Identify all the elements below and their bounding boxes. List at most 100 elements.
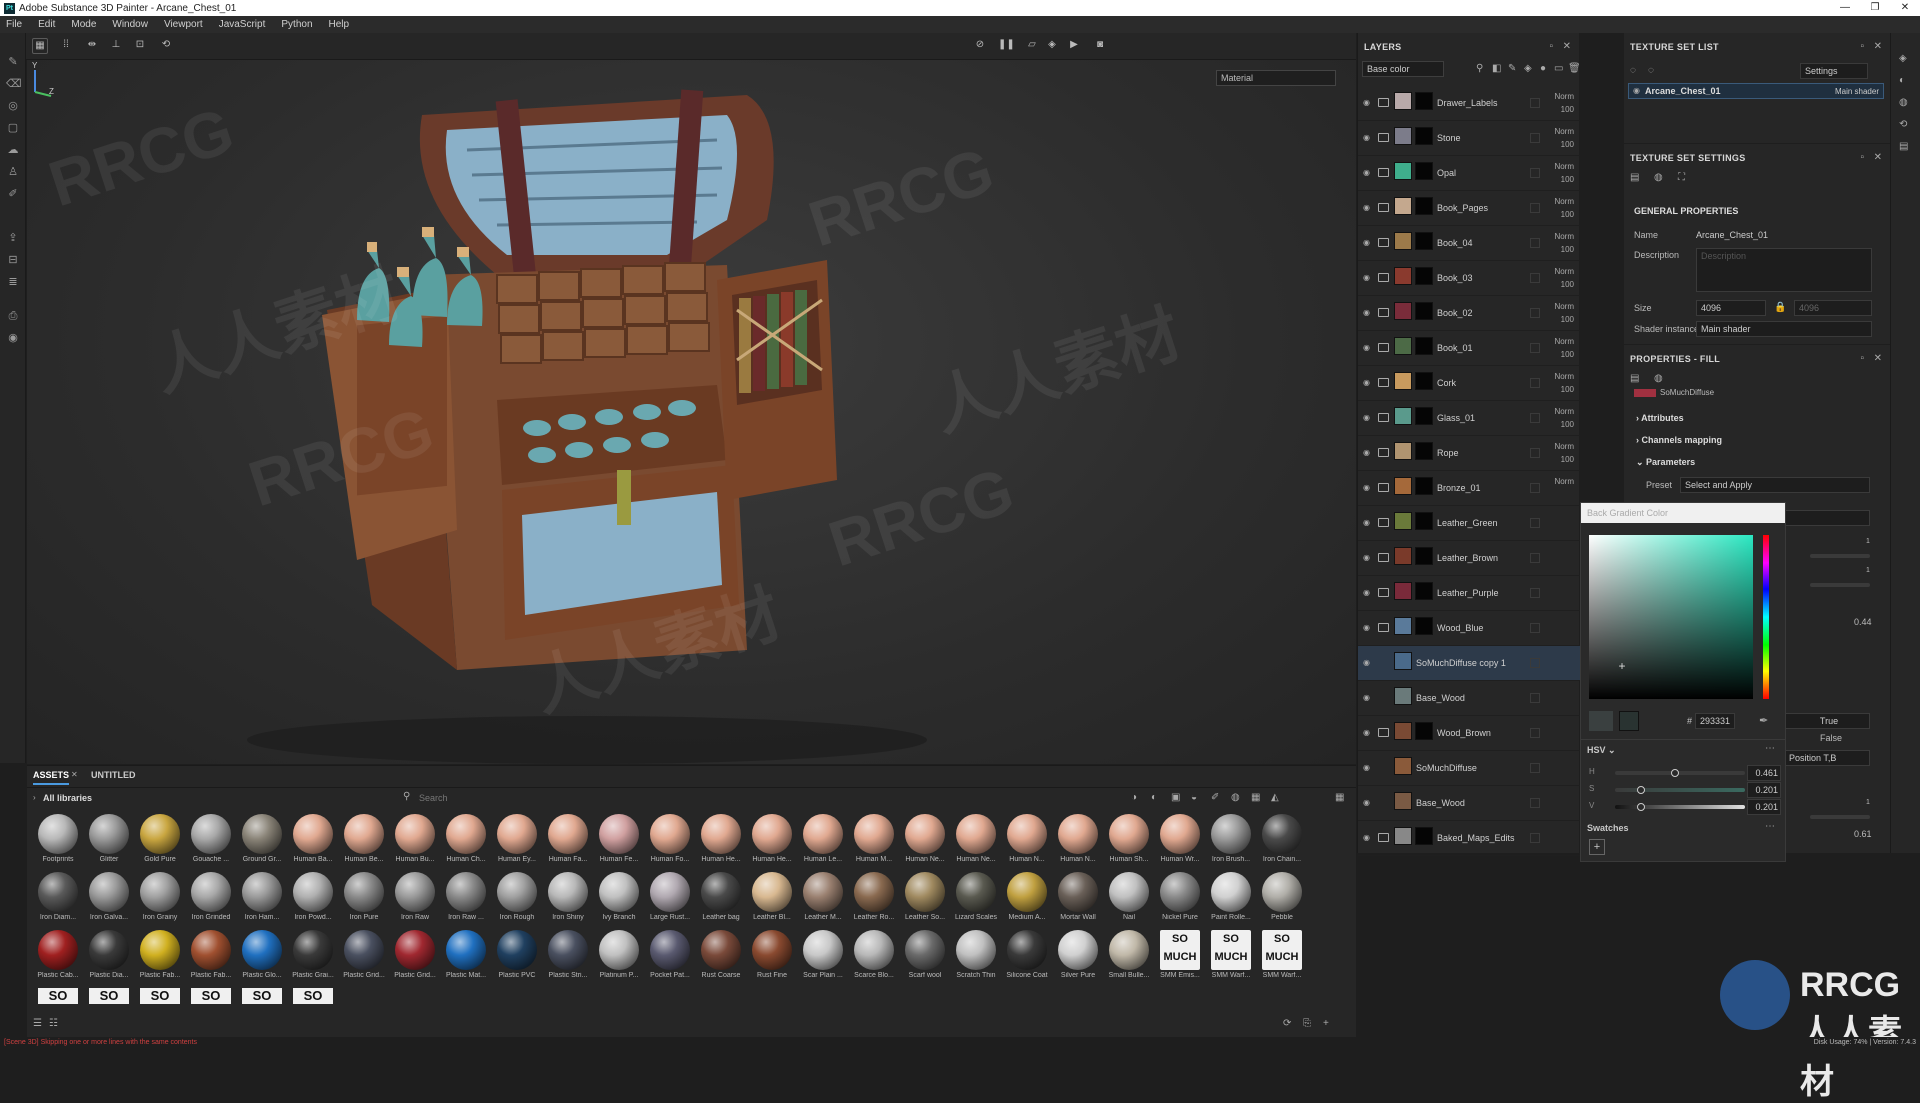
v-slider-knob[interactable] <box>1637 803 1646 811</box>
eye-icon[interactable]: ◉ <box>1363 343 1373 353</box>
chevron-right-icon[interactable]: › <box>33 793 36 802</box>
layer-thumbnail[interactable] <box>1394 442 1412 460</box>
layer-row[interactable]: ◉ SoMuchDiffuse copy 1 <box>1358 646 1580 681</box>
layer-row[interactable]: ◉ Wood_Blue <box>1358 611 1580 646</box>
opacity-value[interactable]: 100 <box>1554 173 1574 186</box>
eye-icon[interactable]: ◉ <box>1363 833 1373 843</box>
folder-icon[interactable] <box>1378 483 1389 492</box>
screenshot-icon[interactable]: ◙ <box>1092 38 1108 54</box>
asset-item[interactable]: Human Sh... <box>1104 814 1152 872</box>
layer-name[interactable]: Bronze_01 <box>1437 483 1481 493</box>
parameter-dropdown[interactable] <box>1784 510 1870 526</box>
layer-thumbnail[interactable] <box>1394 757 1412 775</box>
asset-item[interactable]: Human Bu... <box>390 814 438 872</box>
fill-tab-icon[interactable]: ▤ <box>1630 373 1639 384</box>
layer-checkbox[interactable] <box>1530 238 1540 248</box>
layer-row[interactable]: ◉ Bronze_01 Norm <box>1358 471 1580 506</box>
s-slider-knob[interactable] <box>1637 786 1646 794</box>
asset-item[interactable]: Human Wr... <box>1155 814 1203 872</box>
undock-icon[interactable]: ▫ <box>1860 152 1864 163</box>
layer-checkbox[interactable] <box>1530 343 1540 353</box>
folder-icon[interactable] <box>1378 238 1389 247</box>
layer-checkbox[interactable] <box>1530 98 1540 108</box>
layer-name[interactable]: Drawer_Labels <box>1437 98 1498 108</box>
layer-checkbox[interactable] <box>1530 518 1540 528</box>
layer-blend-opacity[interactable]: Norm 100 <box>1554 300 1574 326</box>
layer-thumbnail[interactable] <box>1394 372 1412 390</box>
folder-icon[interactable] <box>1378 308 1389 317</box>
layer-row[interactable]: ◉ Baked_Maps_Edits <box>1358 821 1580 856</box>
opacity-value[interactable]: 100 <box>1554 103 1574 116</box>
asset-item[interactable]: Pocket Pat... <box>645 930 693 988</box>
eye-icon[interactable]: ◉ <box>1363 98 1373 108</box>
asset-item[interactable]: Iron Ham... <box>237 872 285 930</box>
layer-checkbox[interactable] <box>1530 413 1540 423</box>
asset-item[interactable]: Scarce Blo... <box>849 930 897 988</box>
eye-icon[interactable]: ◉ <box>1363 588 1373 598</box>
opacity-value[interactable]: 100 <box>1554 453 1574 466</box>
sort-icon[interactable]: ☰ <box>33 1018 42 1029</box>
color-mode-dropdown[interactable]: HSV ⌄ <box>1587 745 1616 756</box>
asset-item[interactable]: SO MUCH SMM Emis... <box>1155 930 1203 988</box>
folder-icon[interactable] <box>1378 623 1389 632</box>
asset-item[interactable]: Iron Diam... <box>33 872 81 930</box>
blend-mode[interactable]: Norm <box>1554 405 1574 418</box>
asset-item[interactable]: Human Ba... <box>288 814 336 872</box>
saturation-value-field[interactable] <box>1589 535 1753 699</box>
asset-item[interactable]: Human He... <box>747 814 795 872</box>
asset-item[interactable]: Scratch Thin <box>951 930 999 988</box>
layer-name[interactable]: Leather_Brown <box>1437 553 1498 563</box>
parameter-slider-2[interactable] <box>1810 583 1870 587</box>
asset-item[interactable]: Human Fe... <box>594 814 642 872</box>
layer-row[interactable]: ◉ Base_Wood <box>1358 786 1580 821</box>
parameter-slider-3[interactable] <box>1810 815 1870 819</box>
layer-row[interactable]: ◉ SoMuchDiffuse <box>1358 751 1580 786</box>
layer-row[interactable]: ◉ Leather_Purple <box>1358 576 1580 611</box>
filter-texture-icon[interactable]: ▣ <box>1171 792 1180 803</box>
layer-thumbnail[interactable] <box>1394 197 1412 215</box>
layer-checkbox[interactable] <box>1530 133 1540 143</box>
layer-checkbox[interactable] <box>1530 763 1540 773</box>
asset-item[interactable]: Plastic Cab... <box>33 930 81 988</box>
eye-icon[interactable]: ◉ <box>1363 133 1373 143</box>
asset-preview[interactable]: SO <box>293 988 333 1004</box>
add-paint-layer-icon[interactable]: ✎ <box>1508 63 1516 74</box>
opacity-value[interactable]: 100 <box>1554 208 1574 221</box>
layer-thumbnail[interactable] <box>1394 547 1412 565</box>
eye-icon[interactable]: ◉ <box>1363 518 1373 528</box>
opacity-value[interactable]: 100 <box>1554 418 1574 431</box>
eye-icon[interactable]: ◉ <box>1363 168 1373 178</box>
asset-item[interactable]: Iron Raw <box>390 872 438 930</box>
material-picker-icon[interactable]: ✐ <box>6 187 20 201</box>
layer-name[interactable]: Wood_Blue <box>1437 623 1483 633</box>
folder-icon[interactable] <box>1378 413 1389 422</box>
close-panel-icon[interactable]: ✕ <box>1874 152 1882 163</box>
menu-javascript[interactable]: JavaScript <box>219 19 266 30</box>
layer-row[interactable]: ◉ Opal Norm 100 <box>1358 156 1580 191</box>
layer-row[interactable]: ◉ Glass_01 Norm 100 <box>1358 401 1580 436</box>
asset-preview[interactable]: SO <box>191 988 231 1004</box>
asset-item[interactable]: Leather Ro... <box>849 872 897 930</box>
layer-name[interactable]: SoMuchDiffuse <box>1416 763 1477 773</box>
lock-icon[interactable]: 🔒 <box>1774 302 1786 313</box>
h-slider[interactable] <box>1615 771 1745 775</box>
layer-mask-thumbnail[interactable] <box>1415 722 1433 740</box>
filter-procedural-icon[interactable]: ◒ <box>1191 792 1197 803</box>
folder-icon[interactable] <box>1378 98 1389 107</box>
blend-mode[interactable]: Norm <box>1554 90 1574 103</box>
tab-untitled[interactable]: UNTITLED <box>91 770 136 780</box>
eye-icon[interactable]: ◉ <box>1363 413 1373 423</box>
layer-checkbox[interactable] <box>1530 588 1540 598</box>
asset-item[interactable]: Iron Grainy <box>135 872 183 930</box>
layer-mask-thumbnail[interactable] <box>1415 127 1433 145</box>
asset-item[interactable]: Human Ch... <box>441 814 489 872</box>
eye-icon[interactable]: ◉ <box>1363 203 1373 213</box>
blend-mode[interactable]: Norm <box>1554 475 1574 488</box>
layer-checkbox[interactable] <box>1530 378 1540 388</box>
shader-tab-icon[interactable]: ◍ <box>1654 172 1663 183</box>
layer-checkbox[interactable] <box>1530 553 1540 563</box>
add-asset-icon[interactable]: + <box>1323 1018 1329 1029</box>
asset-item[interactable]: Plastic Grid... <box>390 930 438 988</box>
layer-blend-opacity[interactable]: Norm 100 <box>1554 405 1574 431</box>
opacity-value[interactable]: 100 <box>1554 348 1574 361</box>
